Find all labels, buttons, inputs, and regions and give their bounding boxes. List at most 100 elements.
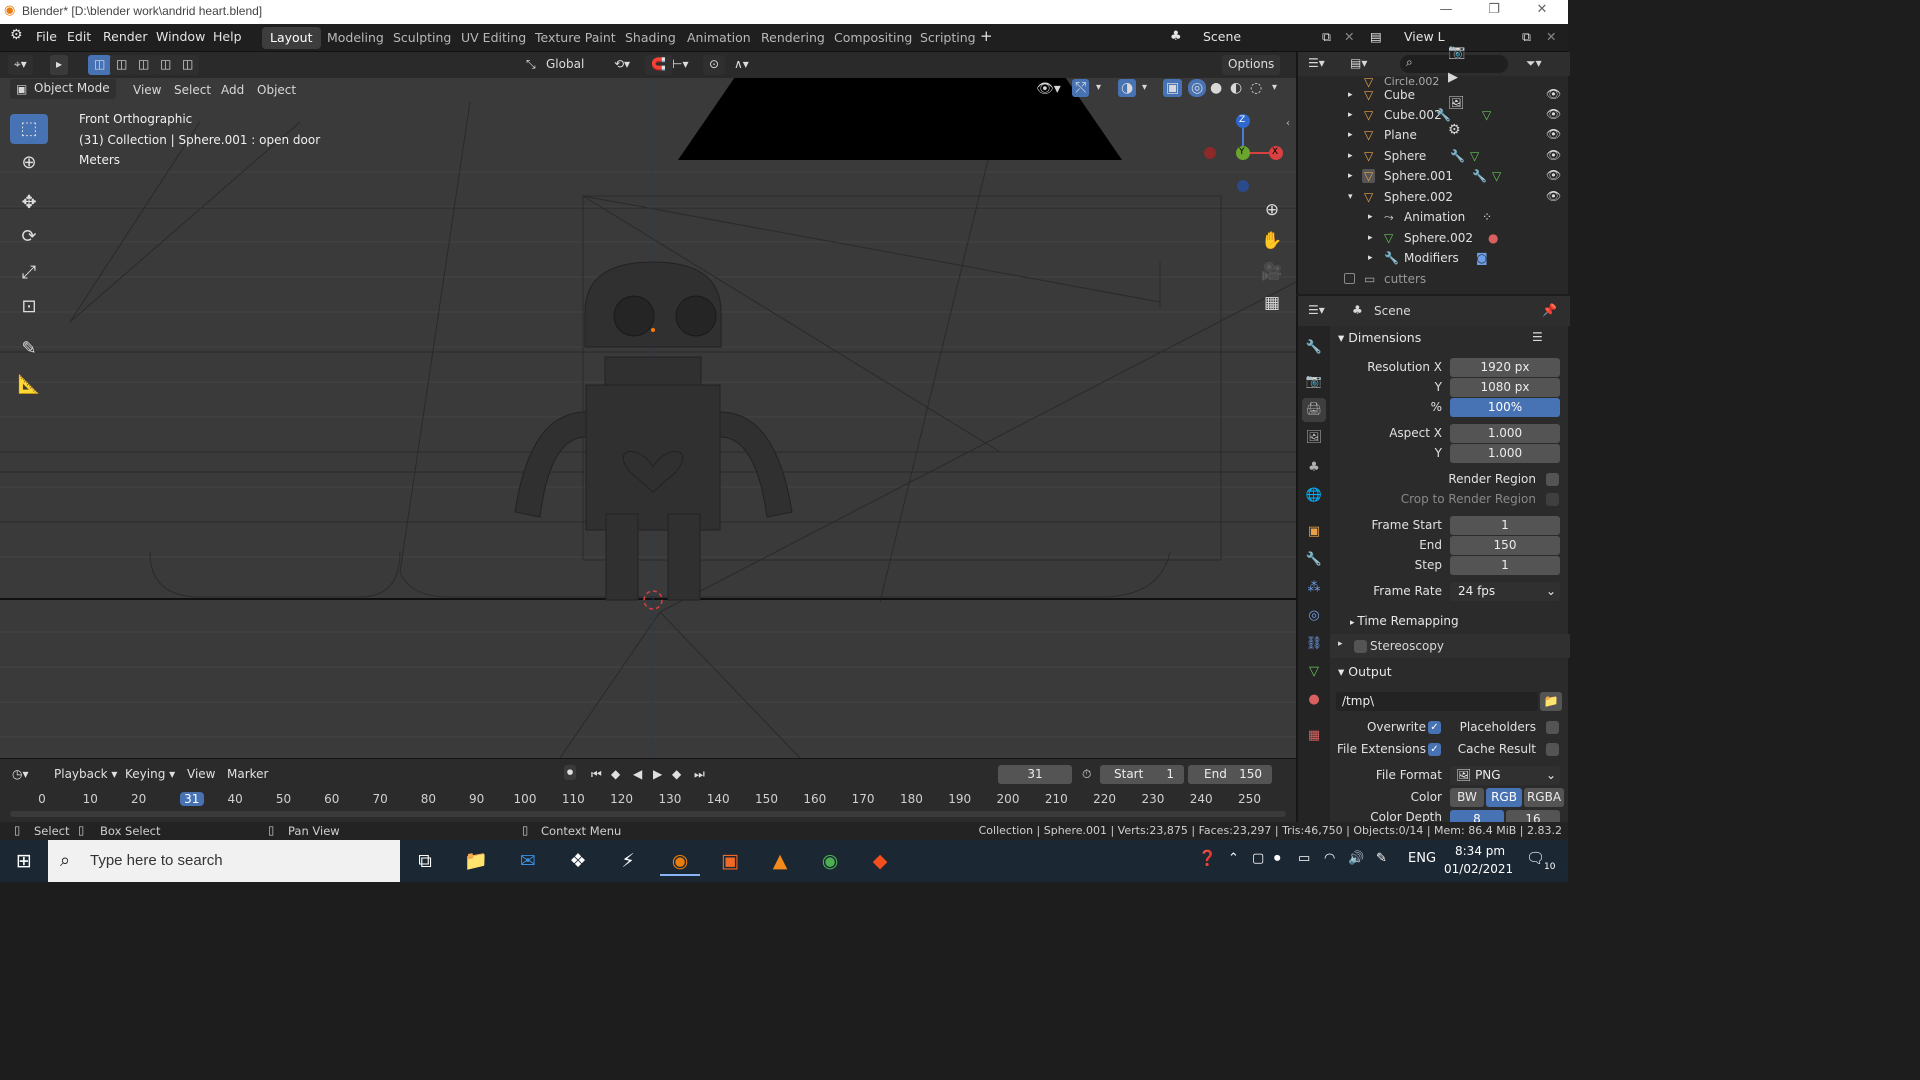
cache-result-checkbox[interactable] [1546, 743, 1559, 756]
menu-help[interactable]: Help [213, 29, 242, 44]
expand-arrow-icon[interactable]: ▸ [1368, 233, 1373, 243]
object-tab-icon[interactable]: ▣ [1302, 520, 1326, 544]
select-mode-intersect-icon[interactable]: ◫ [176, 55, 200, 75]
clock-date[interactable]: 01/02/2021 [1444, 862, 1513, 876]
overlays-dropdown-icon[interactable]: ▾ [1142, 82, 1147, 93]
blender-menu-icon[interactable]: ⚙ [10, 27, 23, 43]
maximize-button[interactable]: ❐ [1474, 2, 1514, 22]
app-orange-icon[interactable]: ▣ [710, 846, 750, 876]
vlc-icon[interactable]: ▲ [760, 846, 800, 876]
dropbox-icon[interactable]: ❖ [558, 846, 598, 876]
3d-viewport[interactable]: ⌖▾ ▸ ◫ ◫ ◫ ◫ ◫ ⤡ Global ⟲▾ 🧲 ⊢▾ ⊙ ∧▾ Opt… [0, 52, 1296, 758]
eye-icon[interactable]: 👁 [1546, 107, 1561, 121]
crop-region-checkbox[interactable] [1546, 493, 1559, 506]
tab-texture-paint[interactable]: Texture Paint [527, 27, 624, 49]
tab-rendering[interactable]: Rendering [753, 27, 833, 49]
outliner-row[interactable]: ▸ ⤳ Animation ⁘ [1298, 207, 1570, 227]
task-view-icon[interactable]: ⧉ [405, 846, 445, 876]
display-mode-icon[interactable]: ▤▾ [1350, 56, 1367, 70]
expand-arrow-icon[interactable]: ▸ [1348, 171, 1353, 181]
resolution-percent-slider[interactable]: 100% [1450, 398, 1560, 417]
viewport-menu-view[interactable]: View [133, 83, 161, 97]
menu-render[interactable]: Render [103, 29, 148, 44]
tool-tab-icon[interactable]: 🔧 [1302, 336, 1326, 360]
frame-step-field[interactable]: 1 [1450, 556, 1560, 575]
collection-checkbox[interactable] [1344, 273, 1355, 284]
figma-icon[interactable]: ◆ [860, 846, 900, 876]
scale-tool-icon[interactable]: ⤢ [10, 258, 48, 288]
cursor-tool-icon[interactable]: ⊕ [10, 148, 48, 178]
snap-target-icon[interactable]: ⊢▾ [666, 55, 694, 75]
gizmo-toggle-icon[interactable]: ⤲ [1072, 79, 1090, 97]
scene-name[interactable]: Scene [1203, 29, 1241, 44]
scene-tab-icon[interactable]: ♣ [1302, 456, 1326, 480]
viewport-menu-object[interactable]: Object [257, 83, 296, 97]
outliner-row[interactable]: ▸ ▽ Cube.002 🔧 ▽ 👁 [1298, 105, 1570, 125]
collapse-arrow-icon[interactable]: ▾ [1348, 192, 1353, 202]
tab-uv-editing[interactable]: UV Editing [453, 27, 534, 49]
select-mode-invert-icon[interactable]: ◫ [154, 55, 178, 75]
settings-gear-icon[interactable]: ⚙ [1448, 122, 1461, 138]
time-remapping-header[interactable]: ▸ Time Remapping [1350, 614, 1459, 628]
expand-arrow-icon[interactable]: ▸ [1348, 110, 1353, 120]
lightning-app-icon[interactable]: ⚡ [608, 846, 648, 876]
material-tab-icon[interactable]: ● [1302, 688, 1326, 712]
properties-editor-type-icon[interactable]: ☰▾ [1308, 303, 1325, 317]
tab-animation[interactable]: Animation [679, 27, 759, 49]
annotate-tool-icon[interactable]: ✎ [10, 334, 48, 364]
folder-icon[interactable]: 📁 [1540, 692, 1562, 711]
proportional-edit-icon[interactable]: ⊙ [703, 55, 726, 75]
overlays-toggle-icon[interactable]: ◑ [1118, 79, 1137, 97]
shading-solid-icon[interactable]: ● [1210, 80, 1222, 96]
overwrite-checkbox[interactable]: ✓ [1428, 721, 1441, 734]
outliner-row[interactable]: ▭ cutters [1298, 269, 1570, 289]
select-box-tool-icon[interactable]: ⬚ [10, 114, 48, 144]
placeholders-checkbox[interactable] [1546, 721, 1559, 734]
expand-arrow-icon[interactable]: ▸ [1368, 212, 1373, 222]
frame-start-field[interactable]: 1 [1450, 516, 1560, 535]
select-tool-icon[interactable]: ▸ [50, 55, 69, 75]
output-path-field[interactable]: /tmp\ [1336, 692, 1538, 711]
close-button[interactable]: ✕ [1522, 2, 1562, 22]
color-depth-8-button[interactable]: 8 [1450, 810, 1504, 822]
xray-toggle-icon[interactable]: ▣ [1163, 79, 1183, 97]
outliner-row[interactable]: ▸ ▽ Sphere.001 🔧 ▽ 👁 [1298, 166, 1570, 186]
eye-icon[interactable]: 👁 [1546, 168, 1561, 182]
orientation-dropdown[interactable]: Global [540, 55, 590, 75]
tray-monitor-icon[interactable]: ▭ [1298, 851, 1310, 866]
outliner-row[interactable]: ▸ 🔧 Modifiers ◙ [1298, 248, 1570, 268]
viewport-menu-add[interactable]: Add [221, 83, 244, 97]
transform-tool-icon[interactable]: ⊡ [10, 292, 48, 322]
expand-arrow-icon[interactable]: ▸ [1368, 253, 1373, 263]
select-mode-subtract-icon[interactable]: ◫ [132, 55, 156, 75]
tab-shading[interactable]: Shading [617, 27, 684, 49]
perspective-grid-icon[interactable]: ▦ [1258, 289, 1286, 317]
wifi-icon[interactable]: ◠ [1324, 851, 1335, 866]
rotate-tool-icon[interactable]: ⟳ [10, 222, 48, 252]
mail-icon[interactable]: ✉ [508, 846, 548, 876]
volume-icon[interactable]: 🔊 [1348, 851, 1364, 866]
tab-scripting[interactable]: Scripting [912, 27, 984, 49]
outliner-row[interactable]: ▸ ▽ Plane 👁 [1298, 125, 1570, 145]
view-layer-icon[interactable]: ▤ [1370, 29, 1382, 44]
aspect-y-field[interactable]: 1.000 [1450, 444, 1560, 463]
measure-tool-icon[interactable]: 📐 [10, 370, 48, 400]
presets-icon[interactable]: ☰ [1532, 330, 1543, 344]
outliner-row[interactable]: ▸ ▽ Cube 👁 [1298, 85, 1570, 105]
tray-app-icon[interactable]: ▢ [1252, 851, 1264, 866]
tab-modeling[interactable]: Modeling [319, 27, 392, 49]
pen-icon[interactable]: ✎ [1376, 851, 1387, 866]
shading-rendered-icon[interactable]: ◌ [1250, 80, 1262, 96]
file-explorer-icon[interactable]: 📁 [456, 846, 496, 876]
color-bw-button[interactable]: BW [1450, 788, 1484, 807]
tab-layout[interactable]: Layout [262, 27, 321, 49]
expand-arrow-icon[interactable]: ▸ [1348, 151, 1353, 161]
dimensions-section-header[interactable]: ▾ Dimensions [1338, 330, 1421, 345]
output-tab-icon[interactable]: 🖨 [1302, 398, 1326, 422]
tab-compositing[interactable]: Compositing [826, 27, 920, 49]
menu-edit[interactable]: Edit [67, 29, 91, 44]
particles-tab-icon[interactable]: ⁂ [1302, 576, 1326, 600]
outliner-editor-type-icon[interactable]: ☰▾ [1308, 56, 1325, 70]
frame-rate-dropdown[interactable]: 24 fps ⌄ [1450, 582, 1560, 601]
orientation-icon[interactable]: ⤡ [520, 55, 542, 75]
